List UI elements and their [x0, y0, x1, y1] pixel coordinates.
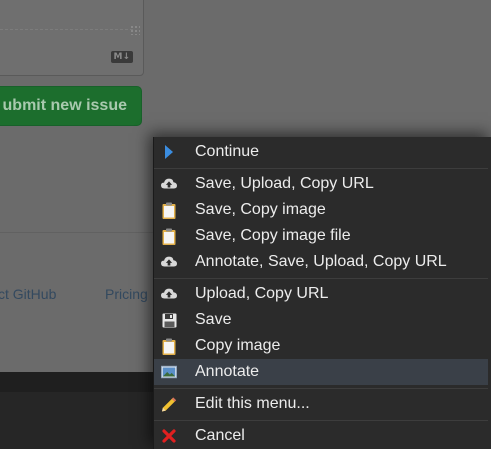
menu-item-label: Cancel [195, 427, 245, 444]
menu-item-save-copy-image[interactable]: Save, Copy image [154, 197, 488, 223]
menu-item-label: Edit this menu... [195, 395, 310, 412]
footer-link-contact-github[interactable]: ct GitHub [0, 286, 56, 302]
resize-grip-icon[interactable] [130, 25, 140, 35]
menu-item-label: Save, Copy image [195, 201, 326, 218]
submit-new-issue-button[interactable]: ubmit new issue [0, 86, 142, 126]
clipboard-icon [161, 338, 177, 355]
cloud-upload-icon [161, 176, 177, 192]
menu-item-save[interactable]: Save [154, 307, 488, 333]
menu-item-label: Save [195, 311, 232, 328]
issue-comment-textarea[interactable]: M↓ [0, 0, 144, 76]
menu-item-cancel[interactable]: Cancel [154, 423, 488, 449]
clipboard-icon [161, 228, 177, 245]
menu-item-label: Save, Copy image file [195, 227, 351, 244]
menu-separator [154, 278, 488, 279]
menu-item-label: Continue [195, 143, 260, 160]
menu-item-edit-this-menu[interactable]: Edit this menu... [154, 391, 488, 417]
menu-item-annotate[interactable]: Annotate [154, 359, 488, 385]
clipboard-icon [161, 202, 177, 219]
markdown-icon: M↓ [110, 51, 133, 63]
menu-item-upload-copy-url[interactable]: Upload, Copy URL [154, 281, 488, 307]
menu-item-label: Annotate [195, 363, 260, 380]
menu-item-label: Copy image [195, 337, 281, 354]
menu-item-label: Upload, Copy URL [195, 285, 329, 302]
play-arrow-icon [161, 144, 177, 160]
red-x-icon [161, 428, 177, 444]
footer-link-pricing[interactable]: Pricing [105, 286, 148, 302]
textarea-divider [0, 29, 133, 30]
menu-item-annotate-save-upload-copy-url[interactable]: Annotate, Save, Upload, Copy URL [154, 249, 488, 275]
cloud-upload-icon [161, 254, 177, 270]
menu-item-save-upload-copy-url[interactable]: Save, Upload, Copy URL [154, 171, 488, 197]
menu-separator [154, 168, 488, 169]
menu-item-label: Annotate, Save, Upload, Copy URL [195, 253, 447, 270]
cloud-upload-icon [161, 286, 177, 302]
menu-item-save-copy-image-file[interactable]: Save, Copy image file [154, 223, 488, 249]
menu-item-continue[interactable]: Continue [154, 139, 488, 165]
pencil-icon [161, 396, 177, 412]
menu-separator [154, 388, 488, 389]
image-frame-icon [161, 364, 177, 380]
menu-item-label: Save, Upload, Copy URL [195, 175, 374, 192]
floppy-disk-icon [161, 312, 177, 328]
footer-divider [0, 232, 160, 233]
context-menu: Continue Save, Upload, Copy URL Save, Co… [153, 137, 491, 449]
menu-item-copy-image[interactable]: Copy image [154, 333, 488, 359]
menu-separator [154, 420, 488, 421]
